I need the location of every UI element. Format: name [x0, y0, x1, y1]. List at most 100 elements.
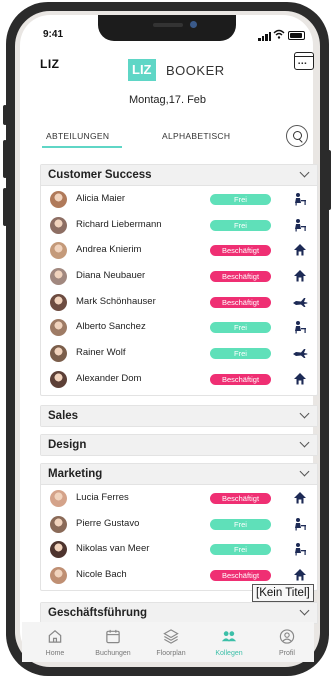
avatar	[50, 216, 67, 234]
avatar	[50, 567, 67, 585]
group-management[interactable]: Geschäftsführung	[40, 602, 318, 624]
wifi-icon	[273, 29, 285, 39]
search-button[interactable]	[286, 125, 308, 147]
list-item[interactable]: Diana Neubauer Beschäftigt	[41, 263, 317, 289]
list-item[interactable]: Alberto Sanchez Frei	[41, 314, 317, 340]
group-header[interactable]: Design	[41, 435, 317, 455]
person-name: Alicia Maier	[76, 193, 126, 204]
group-header[interactable]: Sales	[41, 406, 317, 426]
group-title: Customer Success	[48, 169, 152, 181]
group-sales[interactable]: Sales	[40, 405, 318, 427]
home-icon	[292, 568, 308, 582]
tooltip: [Kein Titel]	[252, 584, 314, 602]
status-badge: Beschäftigt	[210, 373, 271, 385]
group-header[interactable]: Geschäftsführung	[41, 603, 317, 623]
person-name: Richard Liebermann	[76, 218, 162, 230]
tab-active-indicator	[42, 146, 122, 148]
avatar	[50, 191, 67, 208]
avatar	[50, 370, 67, 388]
home-icon	[48, 630, 62, 643]
group-header[interactable]: Marketing	[41, 464, 317, 485]
calendar-icon	[106, 629, 120, 644]
desk-icon	[292, 542, 308, 556]
status-badge: Frei	[210, 194, 271, 205]
tab-abteilungen[interactable]: ABTEILUNGEN	[46, 131, 109, 141]
avatar	[50, 319, 67, 337]
person-name: Andrea Knierim	[76, 244, 142, 256]
home-icon	[292, 269, 308, 283]
nav-label: Buchungen	[95, 650, 131, 657]
group-marketing: Marketing Lucia Ferres Beschäftigt Pierre …	[40, 463, 318, 591]
person-name: Pierre Gustavo	[76, 517, 140, 529]
power-button	[327, 150, 331, 210]
group-title: Marketing	[48, 468, 103, 480]
list-item[interactable]: Pierre Gustavo Frei	[41, 511, 317, 537]
list-item[interactable]: Andrea Knierim Beschäftigt	[41, 237, 317, 263]
chevron-down-icon[interactable]	[299, 466, 310, 477]
status-badge: Beschäftigt	[210, 493, 271, 504]
chevron-down-icon[interactable]	[299, 167, 310, 178]
profile-icon	[279, 629, 295, 644]
list-item[interactable]: Nikolas van Meer Frei	[41, 536, 317, 562]
chevron-down-icon[interactable]	[299, 605, 310, 616]
list-item[interactable]: Alicia Maier Frei	[41, 186, 317, 212]
home-icon	[292, 372, 308, 386]
status-badge: Frei	[210, 544, 271, 556]
chevron-down-icon[interactable]	[299, 408, 310, 419]
person-name: Lucia Ferres	[76, 492, 129, 503]
people-icon	[221, 631, 237, 642]
chevron-down-icon[interactable]	[299, 437, 310, 448]
page-date: Montag,17. Feb	[128, 94, 207, 106]
status-badge: Frei	[210, 348, 271, 360]
status-badge: Frei	[210, 219, 271, 231]
avatar	[50, 293, 67, 311]
status-badge: Beschäftigt	[210, 245, 271, 257]
group-header[interactable]: Customer Success	[41, 165, 317, 186]
home-icon	[292, 491, 308, 505]
mute-switch	[3, 105, 7, 125]
speaker-grille	[153, 23, 183, 27]
person-name: Nicole Bach	[76, 569, 127, 581]
calendar-icon[interactable]: ▪▪▪	[294, 52, 314, 70]
status-icons	[258, 29, 306, 41]
battery-icon	[288, 31, 305, 40]
list-item[interactable]: Mark Schönhauser Beschäftigt	[41, 289, 317, 315]
status-time: 9:41	[43, 29, 64, 40]
desk-icon	[292, 320, 308, 334]
avatar	[50, 541, 67, 559]
bottom-nav: Home Buchungen Floorplan Kollegen Profil	[22, 622, 314, 662]
nav-label: Profil	[279, 650, 295, 657]
group-design[interactable]: Design	[40, 434, 318, 456]
plane-icon	[292, 346, 308, 360]
avatar	[50, 268, 67, 286]
home-icon	[292, 243, 308, 257]
list-item[interactable]: Richard Liebermann Frei	[41, 212, 317, 238]
desk-icon	[292, 192, 308, 206]
volume-up-button	[3, 140, 7, 178]
logo-box: LIZ	[128, 59, 156, 81]
avatar	[50, 515, 67, 533]
avatar	[50, 490, 67, 507]
nav-label: Floorplan	[156, 650, 186, 657]
nav-label: Home	[45, 650, 65, 657]
status-badge: Frei	[210, 322, 271, 334]
group-title: Sales	[48, 410, 79, 422]
person-name: Rainer Wolf	[76, 347, 126, 359]
status-badge: Beschäftigt	[210, 271, 271, 283]
brand-short: LIZ	[40, 57, 60, 71]
list-item[interactable]: Alexander Dom Beschäftigt	[41, 366, 317, 392]
logo-text: BOOKER	[166, 63, 225, 78]
person-name: Mark Schönhauser	[76, 295, 156, 307]
avatar	[50, 345, 67, 363]
notch	[98, 15, 236, 41]
status-badge: Beschäftigt	[210, 570, 271, 582]
person-name: Nikolas van Meer	[76, 543, 150, 555]
status-badge: Frei	[210, 518, 271, 530]
list-item[interactable]: Lucia Ferres Beschäftigt	[41, 485, 317, 511]
tab-alphabetisch[interactable]: ALPHABETISCH	[162, 131, 230, 141]
list-item[interactable]: Rainer Wolf Frei	[41, 340, 317, 366]
nav-label: Kollegen	[215, 650, 243, 657]
person-name: Diana Neubauer	[76, 270, 146, 282]
volume-down-button	[3, 188, 7, 226]
desk-icon	[292, 218, 308, 232]
